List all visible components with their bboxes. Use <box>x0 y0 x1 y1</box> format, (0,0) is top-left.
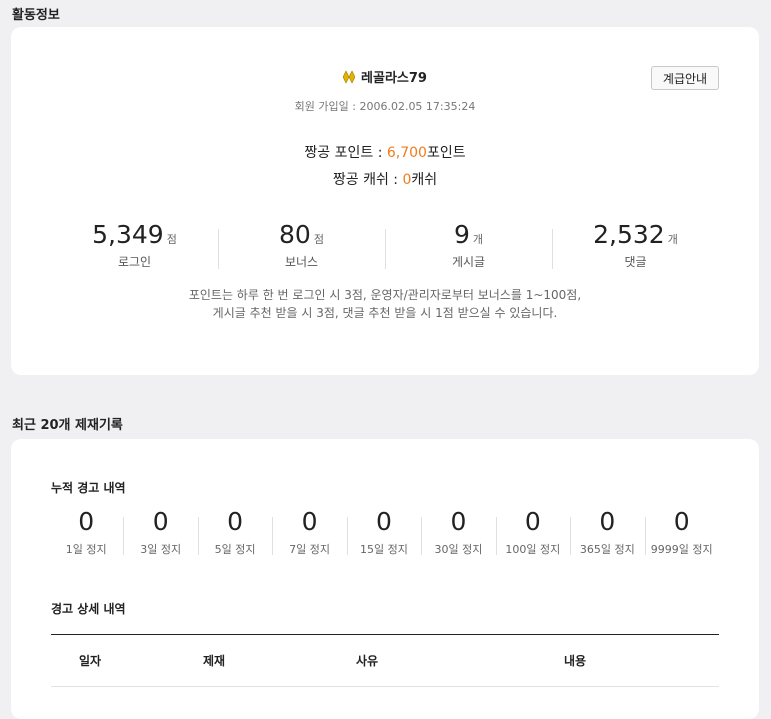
notice-line: 포인트는 하루 한 번 로그인 시 3점, 운영자/관리자로부터 보너스를 1~… <box>188 288 582 302</box>
warning-label: 30일 정지 <box>434 543 483 556</box>
warning-count: 0 <box>152 507 169 536</box>
username[interactable]: 레골라스79 <box>361 71 427 86</box>
sanctions-card: 누적 경고 내역 0 1일 정지 0 3일 정지 0 5일 정지 0 7일 정지 0 15… <box>11 439 759 719</box>
cash-line: 짱공 캐쉬 : 0캐쉬 <box>11 169 759 189</box>
grade-guide-button[interactable]: 계급안내 <box>651 66 719 90</box>
column-sanction: 제재 <box>203 654 226 668</box>
warning-label: 100일 정지 <box>505 543 561 556</box>
warning-detail-title: 경고 상세 내역 <box>51 602 126 616</box>
warning-counts: 0 1일 정지 0 3일 정지 0 5일 정지 0 7일 정지 0 15일 정지 0 30일… <box>49 507 719 557</box>
points-label: 짱공 포인트 : <box>304 145 387 161</box>
warning-count: 0 <box>450 507 467 536</box>
warning-3day: 0 3일 정지 <box>123 507 197 557</box>
stat-value[interactable]: 9 <box>454 220 470 249</box>
warning-count: 0 <box>78 507 95 536</box>
user-line: 레골라스79 <box>11 67 759 88</box>
cash-unit: 캐쉬 <box>411 172 438 188</box>
join-date-value: 2006.02.05 17:35:24 <box>359 100 476 113</box>
warning-count: 0 <box>301 507 318 536</box>
cash-label: 짱공 캐쉬 : <box>332 172 403 188</box>
grade-badge-icon <box>342 70 356 88</box>
warning-label: 9999일 정지 <box>650 543 713 556</box>
points-value: 6,700 <box>386 145 427 161</box>
stat-comments[interactable]: 2,532 개 댓글 <box>552 219 719 271</box>
warning-5day: 0 5일 정지 <box>197 507 272 557</box>
warning-label: 7일 정지 <box>289 543 330 556</box>
join-date-line: 회원 가입일 : 2006.02.05 17:35:24 <box>11 98 759 114</box>
column-content: 내용 <box>564 654 587 668</box>
warning-label: 1일 정지 <box>65 543 107 556</box>
warning-label: 3일 정지 <box>140 543 182 556</box>
points-line: 짱공 포인트 : 6,700포인트 <box>11 142 759 162</box>
warning-count: 0 <box>524 507 541 536</box>
stat-value: 80 <box>279 220 311 249</box>
points-notice: 포인트는 하루 한 번 로그인 시 3점, 운영자/관리자로부터 보너스를 1~… <box>11 286 759 322</box>
warning-15day: 0 15일 정지 <box>346 507 421 557</box>
activity-section-title: 활동정보 <box>12 8 60 23</box>
column-date: 일자 <box>79 654 102 668</box>
stat-login: 5,349 점 로그인 <box>51 219 218 271</box>
warning-label: 365일 정지 <box>579 543 635 556</box>
warning-label: 5일 정지 <box>214 543 256 556</box>
stat-bonus: 80 점 보너스 <box>218 219 385 271</box>
points-unit: 포인트 <box>426 145 466 161</box>
warning-count: 0 <box>599 507 616 536</box>
join-date-label: 회원 가입일 : <box>294 100 360 113</box>
stat-label: 보너스 <box>284 255 319 269</box>
stat-label: 로그인 <box>117 255 152 269</box>
stat-unit: 점 <box>166 233 177 246</box>
stat-value: 5,349 <box>92 220 164 249</box>
sanctions-section-title: 최근 20개 제재기록 <box>12 418 123 433</box>
warning-table-header: 일자 제재 사유 내용 <box>51 634 719 687</box>
warning-summary-title: 누적 경고 내역 <box>51 481 126 495</box>
stat-label: 댓글 <box>624 255 647 269</box>
stat-value[interactable]: 2,532 <box>593 220 665 249</box>
stat-posts[interactable]: 9개 게시글 <box>385 219 552 271</box>
warning-7day: 0 7일 정지 <box>272 507 346 557</box>
activity-stats: 5,349 점 로그인 80 점 보너스 9개 게시글 2,532 개 댓글 <box>51 219 719 271</box>
warning-100day: 0 100일 정지 <box>495 507 570 557</box>
activity-card: 레골라스79 계급안내 회원 가입일 : 2006.02.05 17:35:24… <box>11 27 759 375</box>
warning-30day: 0 30일 정지 <box>421 507 495 557</box>
warning-365day: 0 365일 정지 <box>570 507 644 557</box>
warning-label: 15일 정지 <box>360 543 408 556</box>
warning-count: 0 <box>673 507 690 536</box>
stat-unit: 점 <box>313 233 324 246</box>
warning-1day: 0 1일 정지 <box>49 507 123 557</box>
stat-unit: 개 <box>472 233 484 246</box>
warning-count: 0 <box>376 507 392 536</box>
warning-count: 0 <box>227 507 244 536</box>
column-reason: 사유 <box>356 654 379 668</box>
stat-unit: 개 <box>667 233 678 246</box>
notice-line: 게시글 추천 받을 시 3점, 댓글 추천 받을 시 1점 받으실 수 있습니다… <box>212 306 558 320</box>
warning-9999day: 0 9999일 정지 <box>644 507 719 557</box>
stat-label: 게시글 <box>451 255 486 269</box>
